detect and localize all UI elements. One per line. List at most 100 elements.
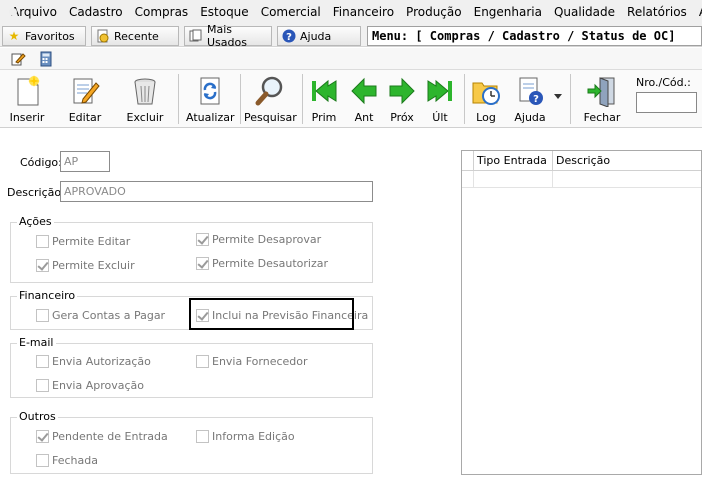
ajuda-toolbar-button[interactable]: ? Ajuda <box>510 74 550 126</box>
checkbox-box <box>36 259 49 272</box>
exit-door-icon <box>584 74 620 108</box>
email-title: E-mail <box>17 336 56 349</box>
atualizar-button[interactable]: Atualizar <box>186 74 235 126</box>
excluir-label: Excluir <box>126 111 164 124</box>
menu-estoque[interactable]: Estoque <box>194 0 255 24</box>
acoes-group <box>10 222 373 283</box>
pesquisar-button[interactable]: Pesquisar <box>244 74 297 126</box>
nro-cod-input[interactable] <box>636 92 697 113</box>
menu-financeiro[interactable]: Financeiro <box>327 0 400 24</box>
checkbox-box <box>36 235 49 248</box>
excluir-button[interactable]: Excluir <box>122 74 168 126</box>
envia-autorizacao-checkbox[interactable]: Envia Autorização <box>36 355 151 368</box>
menu-ajuda[interactable]: Ajuda <box>693 0 702 24</box>
toolbar-separator <box>178 74 179 124</box>
main-toolbar: Inserir Editar Excluir Atualizar Pesquis… <box>0 70 702 128</box>
envia-autorizacao-label: Envia Autorização <box>52 355 151 368</box>
pesquisar-label: Pesquisar <box>244 111 297 124</box>
table-row[interactable] <box>462 171 701 188</box>
first-record-icon <box>306 74 342 108</box>
previous-record-icon <box>346 74 382 108</box>
checkbox-box <box>36 355 49 368</box>
permite-excluir-label: Permite Excluir <box>52 259 135 272</box>
menu-compras[interactable]: Compras <box>129 0 195 24</box>
checkbox-box <box>36 309 49 322</box>
checkbox-box <box>196 355 209 368</box>
edit-document-icon <box>67 74 103 108</box>
calculator-icon[interactable] <box>38 51 54 67</box>
informa-edicao-checkbox[interactable]: Informa Edição <box>196 430 295 443</box>
ult-button[interactable]: Últ <box>422 74 458 126</box>
fechar-button[interactable]: Fechar <box>580 74 624 126</box>
column-descricao[interactable]: Descrição <box>553 151 702 171</box>
permite-desautorizar-checkbox[interactable]: Permite Desautorizar <box>196 257 328 270</box>
envia-aprovacao-checkbox[interactable]: Envia Aprovação <box>36 379 144 392</box>
menu-arquivo[interactable]: Arquivo <box>10 0 63 24</box>
column-tipo-entrada[interactable]: Tipo Entrada <box>474 151 553 171</box>
envia-fornecedor-label: Envia Fornecedor <box>212 355 308 368</box>
mini-icon-bar <box>0 48 702 70</box>
mais-usados-button[interactable]: Mais Usados <box>184 23 272 49</box>
last-record-icon <box>422 74 458 108</box>
descricao-input[interactable]: APROVADO <box>60 181 373 202</box>
highlight-box <box>189 298 354 330</box>
prim-button[interactable]: Prim <box>306 74 342 126</box>
menu-engenharia[interactable]: Engenharia <box>468 0 548 24</box>
status-grid[interactable]: Tipo Entrada Descrição <box>461 150 702 475</box>
inserir-button[interactable]: Inserir <box>4 74 50 126</box>
recente-button[interactable]: Recente <box>91 26 179 46</box>
edit-notes-icon[interactable] <box>10 51 26 67</box>
checkbox-box <box>196 430 209 443</box>
ajuda-dropdown-arrow[interactable] <box>551 90 565 106</box>
envia-fornecedor-checkbox[interactable]: Envia Fornecedor <box>196 355 308 368</box>
toolbar-separator <box>570 74 571 124</box>
grid-row-indicator-header <box>462 151 474 171</box>
quick-access-bar: ★ Favoritos Recente Mais Usados ? Ajuda … <box>0 23 702 49</box>
next-record-icon <box>384 74 420 108</box>
menu-cadastro[interactable]: Cadastro <box>63 0 129 24</box>
envia-aprovacao-label: Envia Aprovação <box>52 379 145 392</box>
recent-documents-icon <box>96 29 110 43</box>
help-icon: ? <box>282 29 296 43</box>
menu-qualidade[interactable]: Qualidade <box>548 0 621 24</box>
permite-editar-checkbox[interactable]: Permite Editar <box>36 235 130 248</box>
log-button[interactable]: Log <box>468 74 504 126</box>
menu-relatorios[interactable]: Relatórios <box>621 0 693 24</box>
checkbox-box <box>36 430 49 443</box>
gera-contas-label: Gera Contas a Pagar <box>52 309 166 322</box>
ajuda-quick-button[interactable]: ? Ajuda <box>277 26 361 46</box>
svg-text:?: ? <box>286 32 292 43</box>
prim-label: Prim <box>311 111 337 124</box>
gera-contas-checkbox[interactable]: Gera Contas a Pagar <box>36 309 165 322</box>
grid-cell-descricao[interactable] <box>553 171 702 188</box>
prox-button[interactable]: Próx <box>384 74 420 126</box>
permite-desaprovar-checkbox[interactable]: Permite Desaprovar <box>196 233 321 246</box>
pendente-entrada-checkbox[interactable]: Pendente de Entrada <box>36 430 168 443</box>
toolbar-separator <box>240 74 241 124</box>
editar-label: Editar <box>68 111 102 124</box>
menu-producao[interactable]: Produção <box>400 0 468 24</box>
fechada-checkbox[interactable]: Fechada <box>36 454 98 467</box>
favoritos-button[interactable]: ★ Favoritos <box>2 26 86 46</box>
nro-cod-label: Nro./Cód.: <box>636 76 691 89</box>
fechada-label: Fechada <box>52 454 98 467</box>
new-document-icon <box>9 74 45 108</box>
grid-row-indicator <box>462 171 474 188</box>
permite-desautorizar-label: Permite Desautorizar <box>212 257 329 270</box>
checkbox-box <box>196 233 209 246</box>
outros-title: Outros <box>17 410 58 423</box>
menu-bar: Arquivo Cadastro Compras Estoque Comerci… <box>0 0 702 24</box>
permite-editar-label: Permite Editar <box>52 235 131 248</box>
codigo-input[interactable]: AP <box>60 151 110 172</box>
grid-cell-tipo-entrada[interactable] <box>474 171 553 188</box>
editar-button[interactable]: Editar <box>62 74 108 126</box>
menu-comercial[interactable]: Comercial <box>255 0 327 24</box>
ant-button[interactable]: Ant <box>346 74 382 126</box>
log-label: Log <box>476 111 496 124</box>
codigo-label: Código: <box>20 156 62 169</box>
ant-label: Ant <box>354 111 374 124</box>
informa-edicao-label: Informa Edição <box>212 430 295 443</box>
star-icon: ★ <box>8 29 20 43</box>
log-clock-icon <box>468 74 504 108</box>
permite-excluir-checkbox[interactable]: Permite Excluir <box>36 259 135 272</box>
